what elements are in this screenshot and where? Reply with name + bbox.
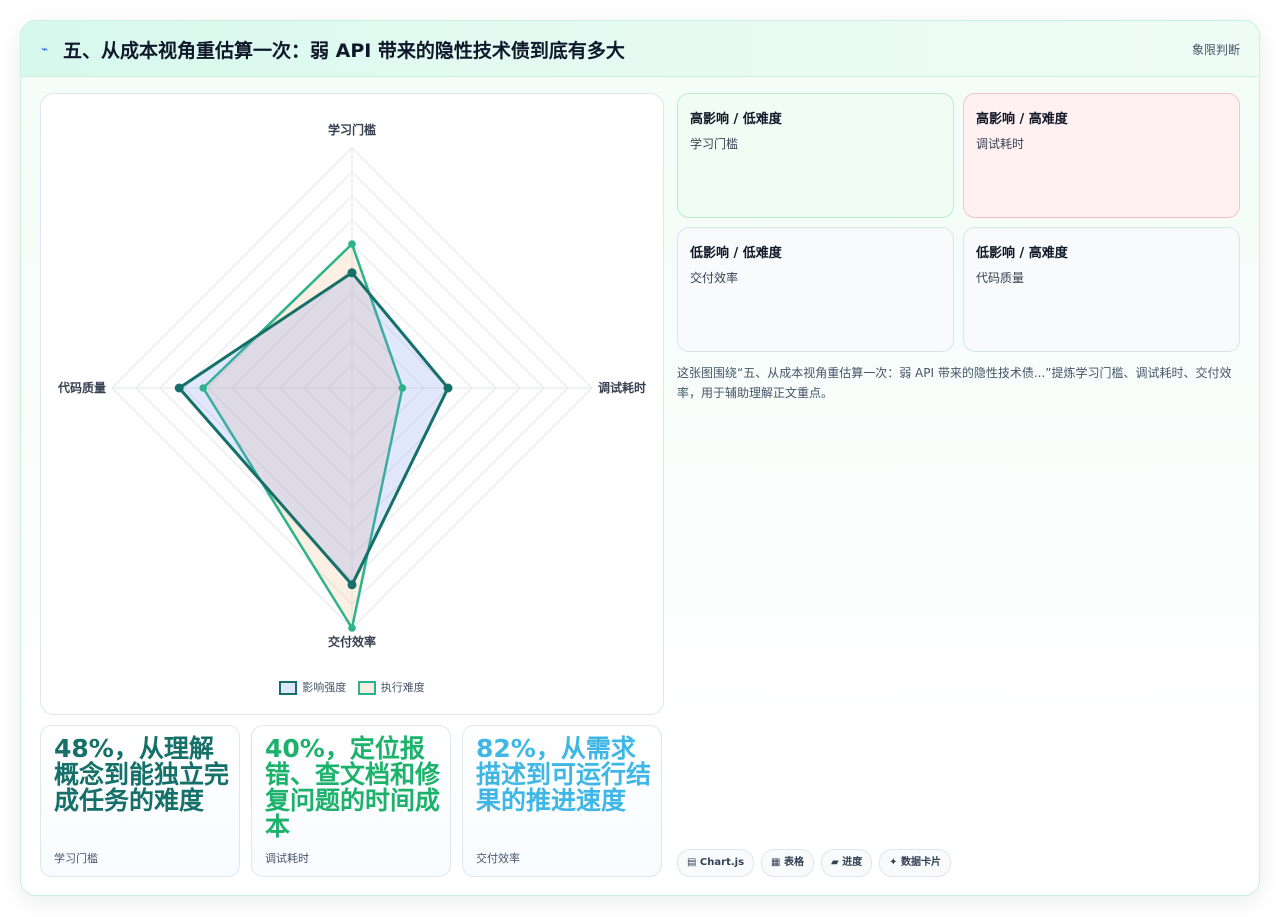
legend-item-impact[interactable]: 影响强度 <box>279 679 346 695</box>
legend-swatch-difficulty <box>357 681 376 695</box>
chip-chartjs[interactable]: ▤ Chart.js <box>677 849 755 877</box>
series-area-impact <box>177 271 450 587</box>
legend-label-difficulty: 执行难度 <box>380 681 425 694</box>
quadrant-title: 高影响 / 低难度 <box>690 112 782 127</box>
quadrant-high-impact-low-difficulty: 高影响 / 低难度 学习门槛 <box>677 93 954 218</box>
data-point-impact[interactable] <box>443 383 453 393</box>
chip-table[interactable]: ▦ 表格 <box>761 849 814 877</box>
tech-chips: ▤ Chart.js ▦ 表格 ▰ 进度 ✦ 数据卡片 <box>677 849 958 877</box>
section-tag: 象限判断 <box>1191 43 1240 57</box>
data-point-impact[interactable] <box>347 580 357 590</box>
chart-legend: 影响强度 执行难度 <box>41 679 663 695</box>
axis-label: 调试耗时 <box>598 380 646 395</box>
quadrant-high-impact-high-difficulty: 高影响 / 高难度 调试耗时 <box>963 93 1240 218</box>
quadrant-item: 学习门槛 <box>690 137 739 151</box>
stat-label: 交付效率 <box>476 852 520 865</box>
axis-label: 学习门槛 <box>328 122 376 137</box>
quadrant-item: 调试耗时 <box>976 137 1025 151</box>
stat-label: 学习门槛 <box>54 852 98 865</box>
section-header: ⌁ 五、从成本视角重估算一次：弱 API 带来的隐性技术债到底有多大 象限判断 <box>21 21 1259 77</box>
stat-card-debug: 40%，定位报错、查文档和修复问题的时间成本 调试耗时 <box>251 725 451 877</box>
stat-value: 48%，从理解概念到能独立完成任务的难度 <box>54 734 230 815</box>
chip-progress[interactable]: ▰ 进度 <box>820 849 873 877</box>
quadrant-title: 低影响 / 高难度 <box>976 246 1068 261</box>
radar-chart-panel: 学习门槛调试耗时交付效率 代码质量 影响强度 执行难度 <box>40 93 664 715</box>
data-point-difficulty[interactable] <box>398 384 407 392</box>
radar-chart: 学习门槛调试耗时交付效率 代码质量 <box>57 122 646 649</box>
legend-swatch-impact <box>279 681 298 695</box>
data-point-difficulty[interactable] <box>199 384 207 392</box>
chip-data-card[interactable]: ✦ 数据卡片 <box>879 849 952 877</box>
stat-card-delivery: 82%，从需求描述到可运行结果的推进速度 交付效率 <box>462 725 662 877</box>
stat-value: 82%，从需求描述到可运行结果的推进速度 <box>476 734 652 815</box>
legend-label-impact: 影响强度 <box>302 681 347 694</box>
quadrant-item: 代码质量 <box>976 271 1025 285</box>
quadrant-title: 低影响 / 低难度 <box>690 246 782 261</box>
data-point-impact[interactable] <box>174 383 184 393</box>
data-point-impact[interactable] <box>347 268 357 278</box>
legend-item-difficulty[interactable]: 执行难度 <box>357 679 425 695</box>
stat-label: 调试耗时 <box>265 852 309 865</box>
stat-value: 40%，定位报错、查文档和修复问题的时间成本 <box>265 734 441 841</box>
chart-description: 这张图围绕“五、从成本视角重估算一次：弱 API 带来的隐性技术债...”提炼学… <box>677 366 1232 400</box>
quadrant-low-impact-high-difficulty: 低影响 / 高难度 代码质量 <box>963 227 1240 352</box>
quadrant-low-impact-low-difficulty: 低影响 / 低难度 交付效率 <box>677 227 954 352</box>
axis-label: 交付效率 <box>328 634 376 649</box>
data-point-difficulty[interactable] <box>348 240 356 248</box>
section-title: 五、从成本视角重估算一次：弱 API 带来的隐性技术债到底有多大 <box>63 40 625 62</box>
quadrant-item: 交付效率 <box>690 271 739 285</box>
stat-card-learning: 48%，从理解概念到能独立完成任务的难度 学习门槛 <box>40 725 240 877</box>
lightning-icon: ⌁ <box>41 42 49 56</box>
data-point-difficulty[interactable] <box>348 624 356 632</box>
quadrant-title: 高影响 / 高难度 <box>976 112 1068 127</box>
main-card: ⌁ 五、从成本视角重估算一次：弱 API 带来的隐性技术债到底有多大 象限判断 … <box>20 20 1260 896</box>
axis-label: 代码质量 <box>57 380 106 395</box>
